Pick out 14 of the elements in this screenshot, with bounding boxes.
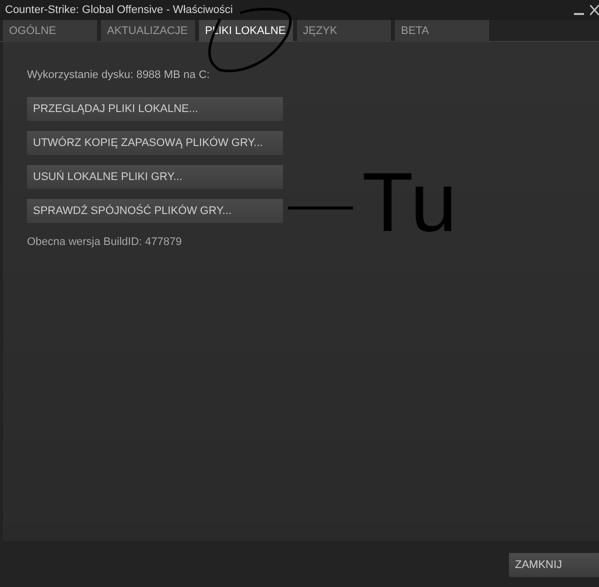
window-title: Counter-Strike: Global Offensive - Właściwości [5,4,233,16]
tab[interactable]: JĘZYK [297,20,391,42]
close-button[interactable]: ZAMKNIJ [509,553,599,577]
build-id-text: Obecna wersja BuildID: 477879 [27,235,183,249]
action-button[interactable]: SPRAWDŹ SPÓJNOŚĆ PLIKÓW GRY... [27,199,283,223]
action-button[interactable]: UTWÓRZ KOPIĘ ZAPASOWĄ PLIKÓW GRY... [27,131,283,155]
disk-usage-text: Wykorzystanie dysku: 8988 MB na C: [27,68,211,82]
tab[interactable]: BETA [395,20,489,42]
tab[interactable]: OGÓLNE [3,20,97,42]
tab[interactable]: AKTUALIZACJE [101,20,195,42]
line-annotation [288,206,353,210]
action-button[interactable]: PRZEGLĄDAJ PLIKI LOKALNE... [27,97,283,121]
action-button[interactable]: USUŃ LOKALNE PLIKI GRY... [27,165,283,189]
close-icon[interactable] [590,4,599,16]
